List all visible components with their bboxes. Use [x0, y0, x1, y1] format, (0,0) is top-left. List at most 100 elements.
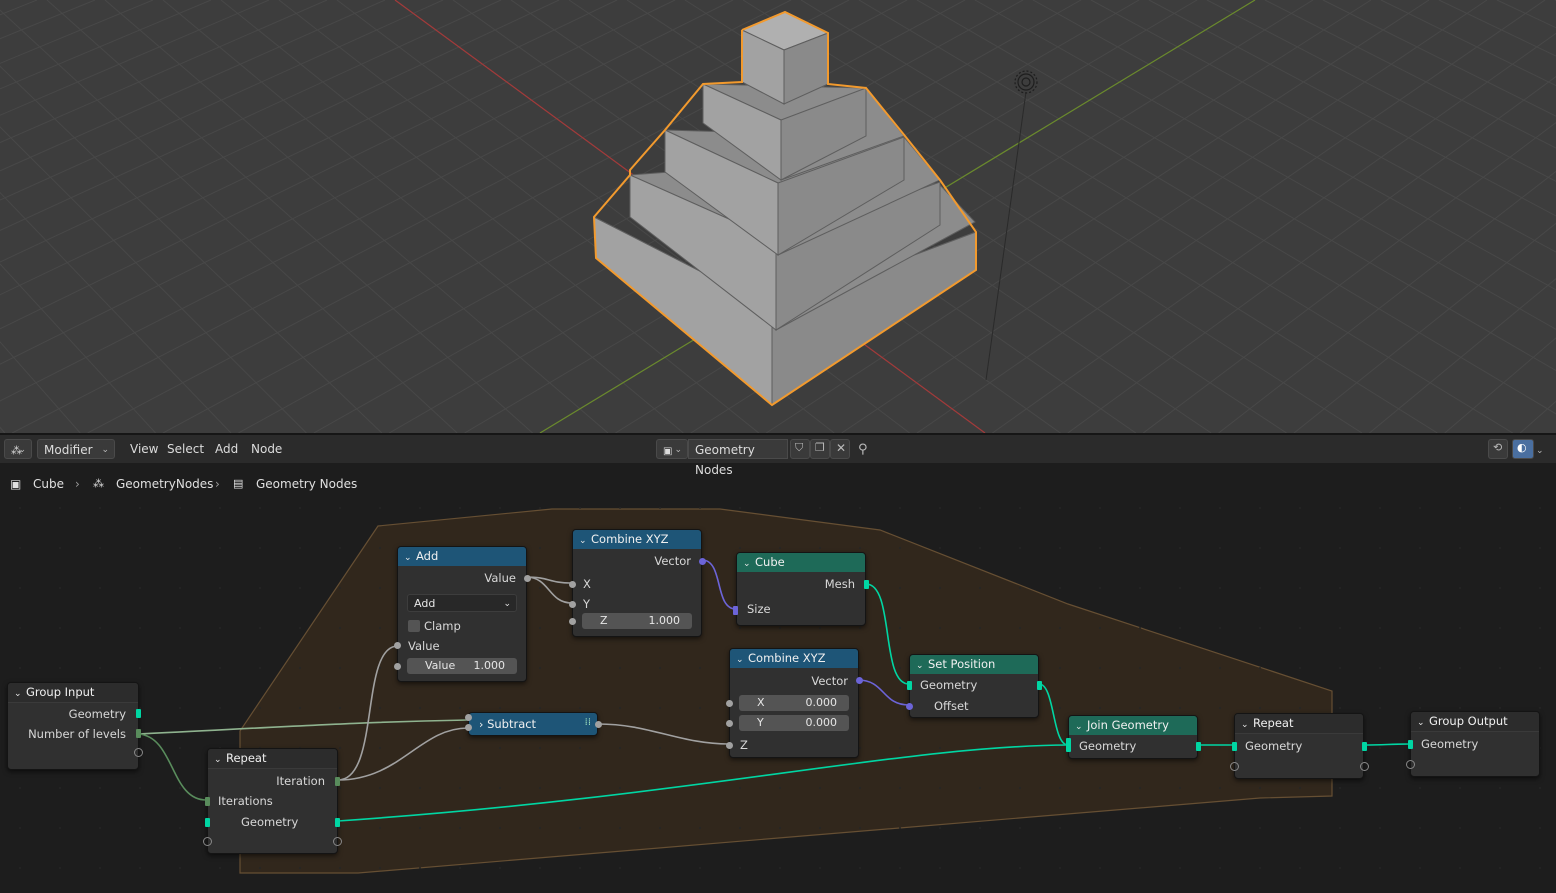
- z-field[interactable]: Z 1.000: [582, 613, 692, 629]
- value-output-socket[interactable]: [524, 575, 531, 582]
- node-tree-name-field[interactable]: Geometry Nodes: [688, 439, 788, 477]
- socket-label: Geometry: [1245, 739, 1303, 753]
- link-add-y: [525, 576, 573, 604]
- geometry-input-socket[interactable]: [1408, 740, 1413, 749]
- fake-user-button[interactable]: ⛉: [790, 439, 810, 459]
- node-title: Set Position: [928, 657, 996, 671]
- offset-input-socket[interactable]: [906, 703, 913, 710]
- link-levels-iterations: [137, 733, 208, 801]
- vector-output-socket[interactable]: [699, 558, 706, 565]
- socket-label: X: [583, 577, 591, 591]
- value-input-socket-2[interactable]: [394, 663, 401, 670]
- 3d-viewport[interactable]: [0, 0, 1556, 433]
- extension-output-socket[interactable]: [1360, 762, 1369, 771]
- group-input-node[interactable]: ⌄ Group Input Geometry Number of levels: [7, 682, 143, 770]
- z-input-socket[interactable]: [569, 618, 576, 625]
- node-menu[interactable]: Node: [247, 439, 286, 459]
- set-position-node[interactable]: ⌄ Set Position Geometry Offset: [906, 654, 1042, 718]
- node-editor-header: ⁂ ⌄ Modifier ⌄ View Select Add Node ▣ ⌄ Geo…: [0, 435, 1556, 477]
- editor-mode-dropdown[interactable]: Modifier ⌄: [37, 439, 115, 459]
- value-field[interactable]: Value 1.000: [407, 658, 517, 674]
- value-input-socket-2[interactable]: [465, 724, 472, 731]
- link-iteration-add: [337, 645, 398, 781]
- mesh-output-socket[interactable]: [864, 580, 869, 589]
- repeat-input-node[interactable]: ⌄ Repeat Iteration Iterations Geometry: [203, 748, 342, 854]
- snap-toggle[interactable]: ⟲: [1488, 439, 1508, 459]
- geometry-output-socket[interactable]: [1362, 742, 1367, 751]
- value-input-socket-1[interactable]: [465, 714, 472, 721]
- x-input-socket[interactable]: [726, 700, 733, 707]
- geometry-output-socket[interactable]: [1196, 742, 1201, 751]
- field-value: 1.000: [473, 659, 506, 672]
- chevron-down-icon: ⌄: [404, 553, 412, 563]
- levels-output-socket[interactable]: [136, 729, 141, 738]
- repeat-output-node[interactable]: ⌄ Repeat Geometry: [1230, 713, 1369, 779]
- operation-dropdown[interactable]: Add ⌄: [407, 594, 517, 612]
- z-input-socket[interactable]: [726, 742, 733, 749]
- geometry-output-socket[interactable]: [1037, 681, 1042, 690]
- breadcrumb-object[interactable]: Cube: [33, 476, 64, 492]
- value-input-socket[interactable]: [394, 642, 401, 649]
- breadcrumb-modifier[interactable]: GeometryNodes: [116, 476, 213, 492]
- socket-label: Value: [408, 639, 440, 653]
- link-repeat-join: [337, 744, 1069, 822]
- link-iteration-subtract: [337, 727, 469, 781]
- geometry-input-socket[interactable]: [907, 681, 912, 690]
- duplicate-button[interactable]: ❐: [810, 439, 830, 459]
- breadcrumb-node-group[interactable]: Geometry Nodes: [256, 476, 357, 492]
- extension-input-socket[interactable]: [203, 837, 212, 846]
- socket-label: Vector: [811, 674, 848, 688]
- socket-label: Geometry: [1421, 737, 1479, 751]
- link-mesh-geometry: [865, 583, 910, 685]
- browse-node-tree-button[interactable]: ▣ ⌄: [656, 439, 688, 459]
- overlays-toggle[interactable]: ◐: [1512, 439, 1534, 459]
- subtract-math-node[interactable]: › Subtract ⁞⁞: [465, 712, 602, 736]
- editor-mode-label: Modifier: [44, 443, 93, 457]
- socket-label: Offset: [934, 699, 969, 713]
- link-vector-offset: [857, 679, 910, 706]
- combine-xyz-node-1[interactable]: ⌄ Combine XYZ Vector X Y Z 1.000: [569, 529, 706, 637]
- y-field[interactable]: Y 0.000: [739, 715, 849, 731]
- chevron-down-icon: ⌄: [503, 599, 511, 609]
- y-input-socket[interactable]: [726, 720, 733, 727]
- field-value: 0.000: [805, 696, 838, 709]
- y-input-socket[interactable]: [569, 601, 576, 608]
- chevron-down-icon: ⌄: [1075, 722, 1083, 732]
- overlays-dropdown[interactable]: ⌄: [1536, 439, 1550, 459]
- select-menu[interactable]: Select: [163, 439, 208, 459]
- light-line: [985, 91, 1027, 381]
- size-input-socket[interactable]: [733, 606, 738, 615]
- extension-output-socket[interactable]: [333, 837, 342, 846]
- x-field[interactable]: X 0.000: [739, 695, 849, 711]
- clamp-checkbox[interactable]: [408, 620, 420, 632]
- geometry-input-socket[interactable]: [205, 818, 210, 827]
- x-input-socket[interactable]: [569, 581, 576, 588]
- iteration-output-socket[interactable]: [335, 777, 340, 786]
- geometry-input-socket[interactable]: [1232, 742, 1237, 751]
- add-math-node[interactable]: ⌄ Add Value Add ⌄ Clamp Value Value 1.000: [394, 546, 531, 682]
- unlink-button[interactable]: ✕: [830, 439, 850, 459]
- socket-label: Geometry: [68, 707, 126, 721]
- iterations-input-socket[interactable]: [205, 797, 210, 806]
- extension-input-socket[interactable]: [1406, 760, 1415, 769]
- vector-output-socket[interactable]: [856, 677, 863, 684]
- field-label: Z: [600, 614, 608, 627]
- extension-input-socket[interactable]: [1230, 762, 1239, 771]
- cube-mesh-node[interactable]: ⌄ Cube Mesh Size: [733, 552, 869, 626]
- geometry-output-socket[interactable]: [335, 818, 340, 827]
- view-menu[interactable]: View: [126, 439, 162, 459]
- combine-xyz-node-2[interactable]: ⌄ Combine XYZ Vector X 0.000 Y 0.000 Z: [726, 648, 863, 758]
- geometry-output-socket[interactable]: [136, 709, 141, 718]
- extension-socket[interactable]: [134, 748, 143, 757]
- node-editor-canvas[interactable]: ⌄ Group Input Geometry Number of levels ⌄…: [0, 496, 1556, 893]
- link-subtract-z: [597, 723, 730, 745]
- add-menu[interactable]: Add: [211, 439, 242, 459]
- value-output-socket[interactable]: [595, 721, 602, 728]
- duplicate-icon: ❐: [815, 441, 825, 454]
- geometry-input-socket[interactable]: [1066, 738, 1071, 752]
- editor-type-button[interactable]: ⁂ ⌄: [4, 439, 32, 459]
- group-output-node[interactable]: ⌄ Group Output Geometry: [1406, 711, 1540, 777]
- join-geometry-node[interactable]: ⌄ Join Geometry Geometry: [1066, 715, 1201, 759]
- pin-button[interactable]: ⚲: [858, 439, 874, 459]
- chevron-right-icon: ›: [75, 477, 80, 491]
